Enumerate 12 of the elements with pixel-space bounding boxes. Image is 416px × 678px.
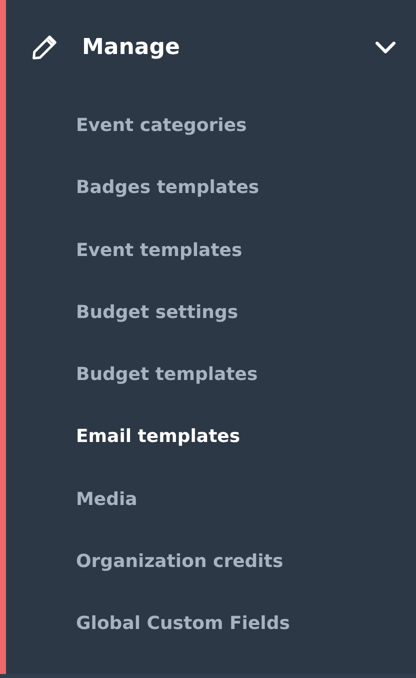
section-header[interactable]: Manage [6, 0, 416, 94]
chevron-icon [375, 40, 396, 54]
menu-item[interactable]: Event categories [76, 95, 247, 158]
menu-item[interactable]: Badges templates [76, 157, 260, 220]
menu-item[interactable]: Email templates [76, 406, 240, 469]
pencil-icon [31, 34, 58, 60]
menu-item[interactable]: Budget settings [76, 282, 238, 344]
menu-item[interactable]: Media [76, 468, 138, 532]
menu-item[interactable]: Event templates [76, 220, 242, 282]
menu-item[interactable]: Budget templates [76, 344, 258, 406]
menu-item[interactable]: Organization credits [76, 531, 284, 594]
menu-item[interactable]: Global Custom Fields [76, 593, 290, 656]
